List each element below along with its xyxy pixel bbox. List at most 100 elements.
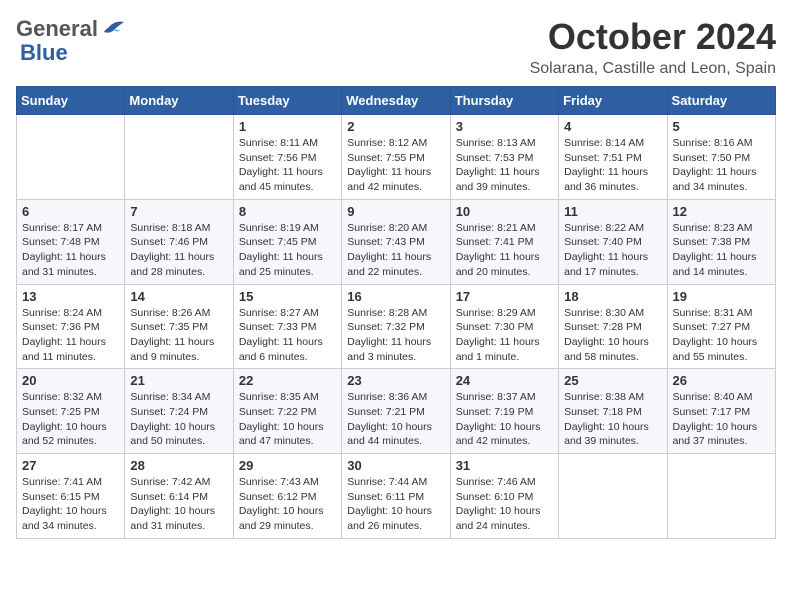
- day-info: Sunrise: 8:12 AMSunset: 7:55 PMDaylight:…: [347, 136, 444, 195]
- page-header: General Blue October 2024 Solarana, Cast…: [16, 16, 776, 78]
- logo: General Blue: [16, 16, 126, 66]
- day-number: 6: [22, 204, 119, 219]
- calendar-cell: 17 Sunrise: 8:29 AMSunset: 7:30 PMDayligh…: [450, 284, 558, 369]
- day-number: 2: [347, 119, 444, 134]
- weekday-header-tuesday: Tuesday: [233, 87, 341, 115]
- calendar-cell: [17, 115, 125, 200]
- calendar-cell: 20 Sunrise: 8:32 AMSunset: 7:25 PMDayligh…: [17, 369, 125, 454]
- day-number: 27: [22, 458, 119, 473]
- weekday-header-sunday: Sunday: [17, 87, 125, 115]
- calendar-cell: 4 Sunrise: 8:14 AMSunset: 7:51 PMDaylight…: [559, 115, 667, 200]
- day-info: Sunrise: 8:21 AMSunset: 7:41 PMDaylight:…: [456, 221, 553, 280]
- day-number: 16: [347, 289, 444, 304]
- day-number: 13: [22, 289, 119, 304]
- calendar-cell: 9 Sunrise: 8:20 AMSunset: 7:43 PMDaylight…: [342, 199, 450, 284]
- title-section: October 2024 Solarana, Castille and Leon…: [530, 16, 776, 78]
- calendar-cell: 26Sunrise: 8:40 AMSunset: 7:17 PMDayligh…: [667, 369, 775, 454]
- day-number: 5: [673, 119, 770, 134]
- day-info: Sunrise: 7:43 AMSunset: 6:12 PMDaylight:…: [239, 475, 336, 534]
- day-number: 15: [239, 289, 336, 304]
- weekday-header-thursday: Thursday: [450, 87, 558, 115]
- day-info: Sunrise: 8:19 AMSunset: 7:45 PMDaylight:…: [239, 221, 336, 280]
- day-info: Sunrise: 8:29 AMSunset: 7:30 PMDaylight:…: [456, 306, 553, 365]
- day-number: 9: [347, 204, 444, 219]
- day-info: Sunrise: 7:44 AMSunset: 6:11 PMDaylight:…: [347, 475, 444, 534]
- calendar-week-3: 13Sunrise: 8:24 AMSunset: 7:36 PMDayligh…: [17, 284, 776, 369]
- weekday-header-wednesday: Wednesday: [342, 87, 450, 115]
- calendar-cell: 25 Sunrise: 8:38 AMSunset: 7:18 PMDayligh…: [559, 369, 667, 454]
- calendar-cell: 5 Sunrise: 8:16 AMSunset: 7:50 PMDaylight…: [667, 115, 775, 200]
- day-info: Sunrise: 8:36 AMSunset: 7:21 PMDaylight:…: [347, 390, 444, 449]
- day-info: Sunrise: 7:41 AMSunset: 6:15 PMDaylight:…: [22, 475, 119, 534]
- day-info: Sunrise: 8:32 AMSunset: 7:25 PMDaylight:…: [22, 390, 119, 449]
- day-number: 31: [456, 458, 553, 473]
- calendar-cell: 29Sunrise: 7:43 AMSunset: 6:12 PMDayligh…: [233, 454, 341, 539]
- calendar-cell: 14 Sunrise: 8:26 AMSunset: 7:35 PMDayligh…: [125, 284, 233, 369]
- day-number: 22: [239, 373, 336, 388]
- day-info: Sunrise: 8:38 AMSunset: 7:18 PMDaylight:…: [564, 390, 661, 449]
- calendar-cell: 23 Sunrise: 8:36 AMSunset: 7:21 PMDayligh…: [342, 369, 450, 454]
- calendar-cell: 15Sunrise: 8:27 AMSunset: 7:33 PMDayligh…: [233, 284, 341, 369]
- calendar-cell: 6 Sunrise: 8:17 AMSunset: 7:48 PMDaylight…: [17, 199, 125, 284]
- calendar-week-2: 6 Sunrise: 8:17 AMSunset: 7:48 PMDaylight…: [17, 199, 776, 284]
- day-info: Sunrise: 8:17 AMSunset: 7:48 PMDaylight:…: [22, 221, 119, 280]
- day-number: 23: [347, 373, 444, 388]
- calendar-cell: 13Sunrise: 8:24 AMSunset: 7:36 PMDayligh…: [17, 284, 125, 369]
- weekday-header-friday: Friday: [559, 87, 667, 115]
- day-number: 30: [347, 458, 444, 473]
- day-info: Sunrise: 7:42 AMSunset: 6:14 PMDaylight:…: [130, 475, 227, 534]
- month-title: October 2024: [530, 16, 776, 58]
- calendar-cell: 18 Sunrise: 8:30 AMSunset: 7:28 PMDayligh…: [559, 284, 667, 369]
- day-number: 1: [239, 119, 336, 134]
- calendar-cell: 16 Sunrise: 8:28 AMSunset: 7:32 PMDayligh…: [342, 284, 450, 369]
- day-info: Sunrise: 8:31 AMSunset: 7:27 PMDaylight:…: [673, 306, 770, 365]
- calendar-cell: [125, 115, 233, 200]
- calendar-cell: [559, 454, 667, 539]
- day-number: 14: [130, 289, 227, 304]
- calendar-week-1: 1Sunrise: 8:11 AMSunset: 7:56 PMDaylight…: [17, 115, 776, 200]
- calendar-week-5: 27 Sunrise: 7:41 AMSunset: 6:15 PMDayligh…: [17, 454, 776, 539]
- day-info: Sunrise: 8:18 AMSunset: 7:46 PMDaylight:…: [130, 221, 227, 280]
- day-number: 28: [130, 458, 227, 473]
- day-info: Sunrise: 8:14 AMSunset: 7:51 PMDaylight:…: [564, 136, 661, 195]
- day-number: 26: [673, 373, 770, 388]
- day-number: 18: [564, 289, 661, 304]
- calendar-header-row: SundayMondayTuesdayWednesdayThursdayFrid…: [17, 87, 776, 115]
- day-number: 11: [564, 204, 661, 219]
- day-info: Sunrise: 8:34 AMSunset: 7:24 PMDaylight:…: [130, 390, 227, 449]
- calendar-cell: 10Sunrise: 8:21 AMSunset: 7:41 PMDayligh…: [450, 199, 558, 284]
- day-info: Sunrise: 8:16 AMSunset: 7:50 PMDaylight:…: [673, 136, 770, 195]
- calendar-cell: 3Sunrise: 8:13 AMSunset: 7:53 PMDaylight…: [450, 115, 558, 200]
- calendar-cell: 19Sunrise: 8:31 AMSunset: 7:27 PMDayligh…: [667, 284, 775, 369]
- day-number: 25: [564, 373, 661, 388]
- day-number: 17: [456, 289, 553, 304]
- calendar-cell: 1Sunrise: 8:11 AMSunset: 7:56 PMDaylight…: [233, 115, 341, 200]
- day-number: 8: [239, 204, 336, 219]
- calendar-cell: 31 Sunrise: 7:46 AMSunset: 6:10 PMDayligh…: [450, 454, 558, 539]
- calendar-cell: 21 Sunrise: 8:34 AMSunset: 7:24 PMDayligh…: [125, 369, 233, 454]
- logo-blue-text: Blue: [20, 40, 68, 65]
- day-info: Sunrise: 8:20 AMSunset: 7:43 PMDaylight:…: [347, 221, 444, 280]
- calendar-cell: 2 Sunrise: 8:12 AMSunset: 7:55 PMDaylight…: [342, 115, 450, 200]
- day-number: 4: [564, 119, 661, 134]
- calendar-cell: [667, 454, 775, 539]
- day-info: Sunrise: 8:23 AMSunset: 7:38 PMDaylight:…: [673, 221, 770, 280]
- day-number: 21: [130, 373, 227, 388]
- calendar-cell: 28 Sunrise: 7:42 AMSunset: 6:14 PMDayligh…: [125, 454, 233, 539]
- weekday-header-monday: Monday: [125, 87, 233, 115]
- calendar-cell: 22Sunrise: 8:35 AMSunset: 7:22 PMDayligh…: [233, 369, 341, 454]
- day-info: Sunrise: 8:13 AMSunset: 7:53 PMDaylight:…: [456, 136, 553, 195]
- day-info: Sunrise: 8:30 AMSunset: 7:28 PMDaylight:…: [564, 306, 661, 365]
- location-title: Solarana, Castille and Leon, Spain: [530, 60, 776, 78]
- calendar-cell: 11Sunrise: 8:22 AMSunset: 7:40 PMDayligh…: [559, 199, 667, 284]
- calendar-cell: 8 Sunrise: 8:19 AMSunset: 7:45 PMDaylight…: [233, 199, 341, 284]
- day-number: 20: [22, 373, 119, 388]
- calendar-cell: 24Sunrise: 8:37 AMSunset: 7:19 PMDayligh…: [450, 369, 558, 454]
- day-info: Sunrise: 8:26 AMSunset: 7:35 PMDaylight:…: [130, 306, 227, 365]
- calendar-cell: 30 Sunrise: 7:44 AMSunset: 6:11 PMDayligh…: [342, 454, 450, 539]
- day-info: Sunrise: 7:46 AMSunset: 6:10 PMDaylight:…: [456, 475, 553, 534]
- calendar-table: SundayMondayTuesdayWednesdayThursdayFrid…: [16, 86, 776, 539]
- day-info: Sunrise: 8:28 AMSunset: 7:32 PMDaylight:…: [347, 306, 444, 365]
- weekday-header-saturday: Saturday: [667, 87, 775, 115]
- day-number: 24: [456, 373, 553, 388]
